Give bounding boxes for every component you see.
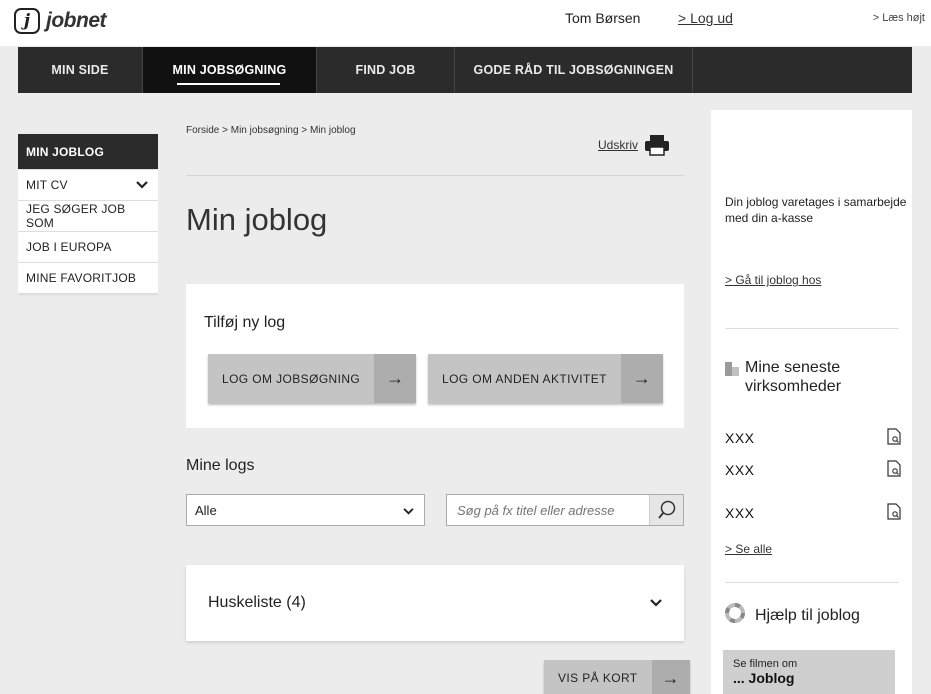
- document-search-icon[interactable]: [887, 428, 901, 448]
- divider: [725, 328, 899, 329]
- divider: [186, 175, 684, 176]
- right-sidebar: Din joblog varetages i samarbejde med di…: [711, 110, 912, 694]
- lifebuoy-icon: [725, 603, 745, 628]
- chevron-down-icon[interactable]: [650, 594, 662, 612]
- jobnet-logo[interactable]: j jobnet: [14, 8, 107, 34]
- sidebar-item-label: MINE FAVORITJOB: [26, 271, 137, 285]
- recent-companies-title: Mine seneste virksomheder: [745, 359, 842, 395]
- add-log-panel: Tilføj ny log LOG OM JOBSØGNING → LOG OM…: [186, 284, 684, 428]
- print-link[interactable]: Udskriv: [598, 138, 638, 152]
- log-search-input[interactable]: [447, 496, 649, 524]
- building-icon: [725, 362, 739, 376]
- breadcrumb[interactable]: Forside > Min jobsøgning > Min joblog: [186, 125, 356, 136]
- show-on-map-button[interactable]: VIS PÅ KORT →: [544, 660, 690, 694]
- see-all-link[interactable]: > Se alle: [725, 542, 772, 556]
- film-title: ... Joblog: [733, 670, 795, 686]
- printer-icon[interactable]: [644, 134, 670, 156]
- my-logs-title: Mine logs: [186, 457, 255, 474]
- left-sidebar: MIN JOBLOG MIT CV JEG SØGER JOB SOM JOB …: [18, 134, 158, 294]
- sidebar-item-mine-favoritjob[interactable]: MINE FAVORITJOB: [18, 263, 158, 294]
- list-item[interactable]: XXX: [725, 428, 901, 448]
- film-caption: Se filmen om: [733, 658, 798, 670]
- company-name: XXX: [725, 430, 755, 446]
- nav-gode-raad[interactable]: GODE RÅD TIL JOBSØGNINGEN: [455, 47, 693, 93]
- help-label: Hjælp til joblog: [755, 606, 860, 624]
- sidebar-item-mit-cv[interactable]: MIT CV: [18, 170, 158, 201]
- chevron-down-icon[interactable]: [136, 178, 148, 192]
- company-name: XXX: [725, 462, 755, 478]
- huskeliste-accordion[interactable]: Huskeliste (4): [186, 565, 684, 641]
- main-content: Forside > Min jobsøgning > Min joblog Ud…: [158, 110, 710, 694]
- sidebar-item-jeg-soger-job-som[interactable]: JEG SØGER JOB SOM: [18, 201, 158, 232]
- film-teaser[interactable]: Se filmen om ... Joblog: [723, 650, 895, 694]
- button-label: VIS PÅ KORT: [558, 671, 638, 685]
- nav-min-jobsogning[interactable]: MIN JOBSØGNING: [143, 47, 317, 93]
- main-nav: MIN SIDE MIN JOBSØGNING FIND JOB GODE RÅ…: [18, 47, 912, 93]
- top-bar: j jobnet Tom Børsen > Log ud > Læs højt: [0, 0, 931, 46]
- list-item[interactable]: XXX: [725, 503, 901, 523]
- add-log-title: Tilføj ny log: [204, 314, 286, 331]
- user-name: Tom Børsen: [565, 10, 641, 26]
- page-title: Min joblog: [186, 202, 328, 237]
- log-search: [446, 494, 684, 526]
- log-anden-aktivitet-button[interactable]: LOG OM ANDEN AKTIVITET →: [428, 354, 663, 403]
- logo-text: jobnet: [46, 9, 107, 32]
- logout-link[interactable]: > Log ud: [678, 10, 733, 26]
- sidebar-item-label: JEG SØGER JOB SOM: [26, 202, 126, 230]
- log-filter-value: Alle: [195, 502, 217, 518]
- document-search-icon[interactable]: [887, 503, 901, 523]
- sidebar-item-job-i-europa[interactable]: JOB I EUROPA: [18, 232, 158, 263]
- sidebar-item-min-joblog[interactable]: MIN JOBLOG: [18, 134, 158, 170]
- log-filter-select[interactable]: Alle: [186, 494, 425, 526]
- list-item[interactable]: XXX: [725, 460, 901, 480]
- chevron-down-icon: [403, 503, 414, 518]
- nav-min-side[interactable]: MIN SIDE: [18, 47, 143, 93]
- nav-find-job[interactable]: FIND JOB: [317, 47, 455, 93]
- sidebar-item-label: MIN JOBLOG: [26, 144, 105, 159]
- log-jobsogning-button[interactable]: LOG OM JOBSØGNING →: [208, 354, 417, 403]
- print-control[interactable]: Udskriv: [598, 134, 670, 156]
- company-name: XXX: [725, 505, 755, 521]
- button-label: LOG OM JOBSØGNING: [208, 354, 375, 403]
- arrow-right-icon: →: [620, 354, 663, 403]
- document-search-icon[interactable]: [887, 460, 901, 480]
- sidebar-item-label: MIT CV: [26, 178, 68, 192]
- recent-companies-heading: Mine seneste virksomheder: [725, 358, 895, 396]
- button-label: LOG OM ANDEN AKTIVITET: [428, 354, 621, 403]
- logo-mark-icon: j: [14, 8, 40, 34]
- arrow-right-icon: →: [374, 354, 417, 403]
- help-joblog-link[interactable]: Hjælp til joblog: [725, 603, 860, 628]
- sidebar-item-label: JOB I EUROPA: [26, 240, 112, 254]
- search-icon[interactable]: [649, 495, 683, 525]
- akasse-info: Din joblog varetages i samarbejde med di…: [725, 195, 907, 225]
- read-aloud-link[interactable]: > Læs højt: [873, 12, 925, 24]
- divider: [725, 582, 899, 583]
- arrow-right-icon: →: [651, 660, 690, 694]
- goto-joblog-link[interactable]: > Gå til joblog hos: [725, 273, 821, 287]
- huskeliste-title: Huskeliste (4): [208, 594, 306, 611]
